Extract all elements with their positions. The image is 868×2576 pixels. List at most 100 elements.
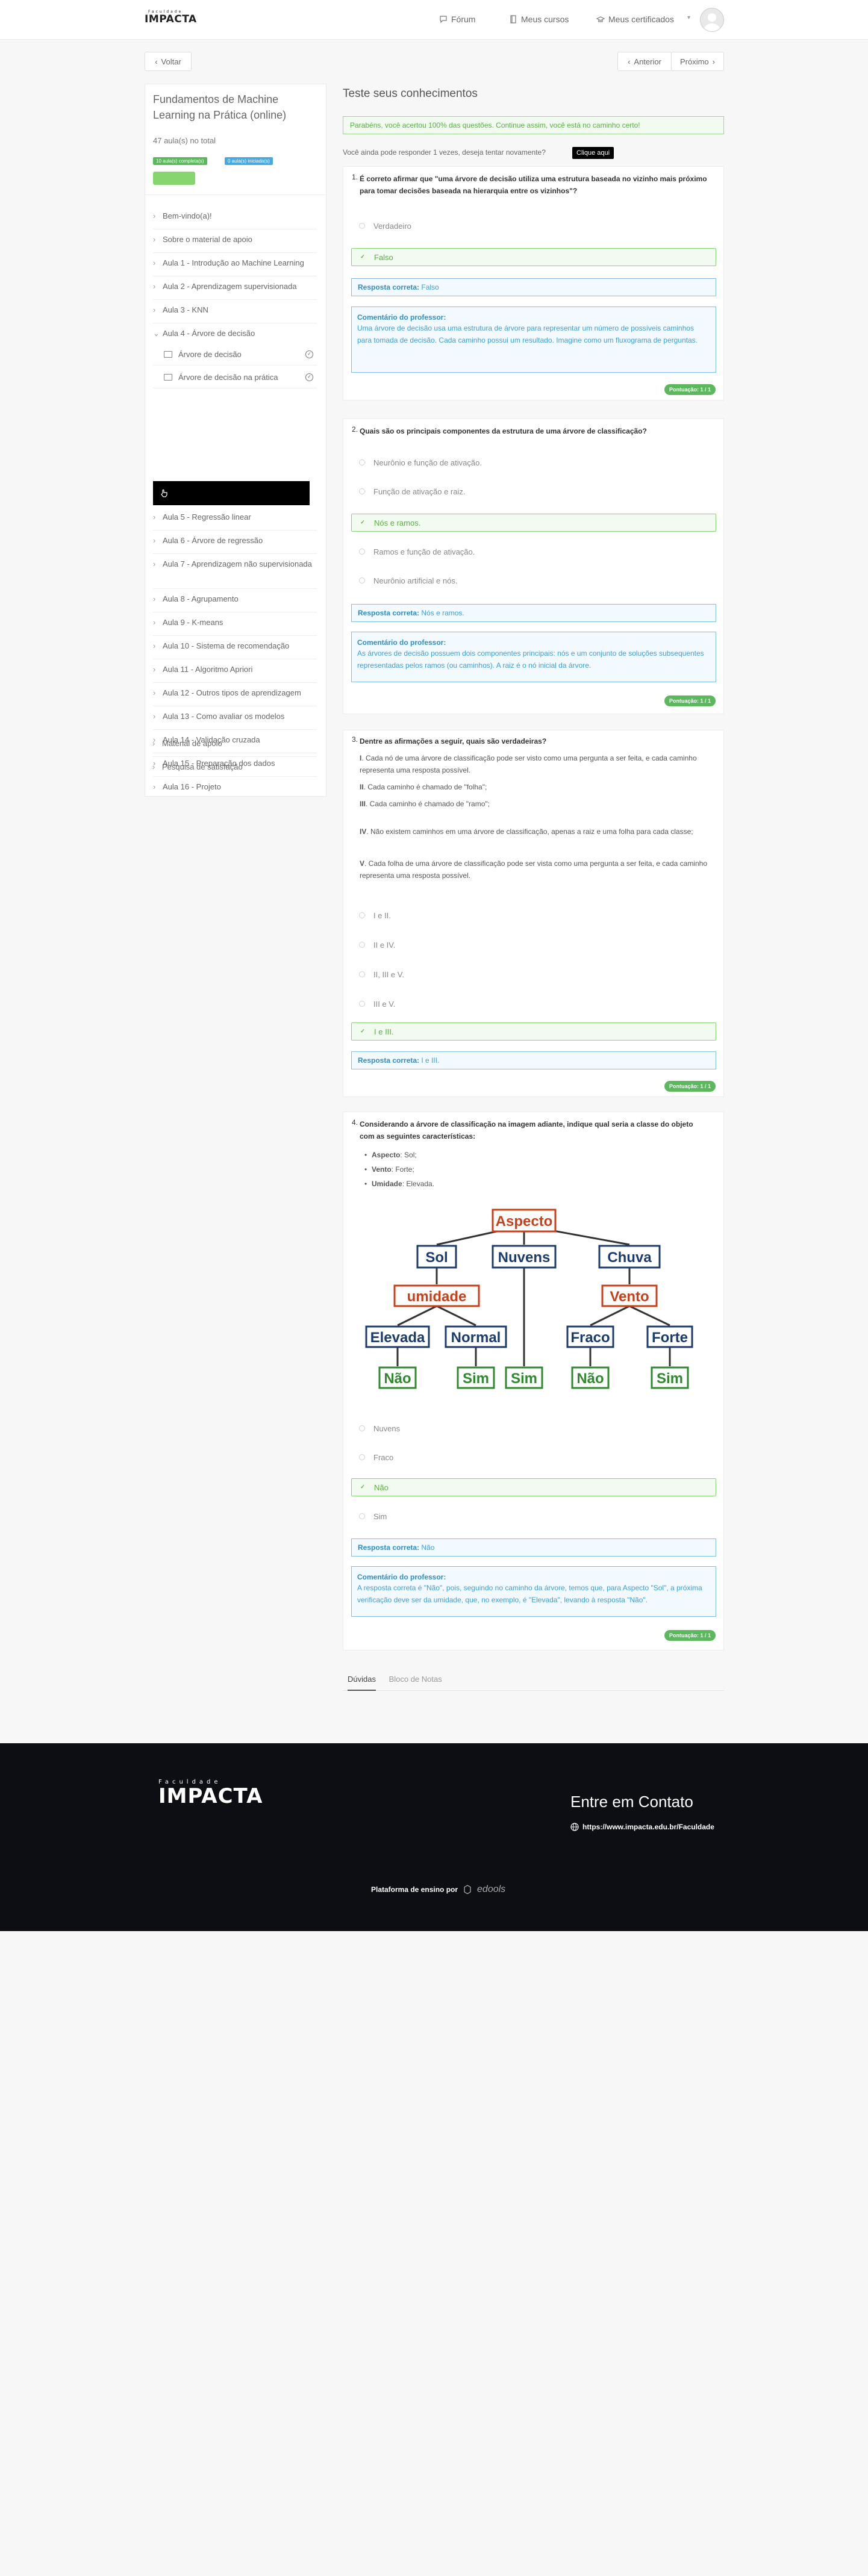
teacher-comment: Comentário do professor: A resposta corre… <box>351 1566 716 1617</box>
success-alert: Parabéns, você acertou 100% das questões… <box>343 116 724 134</box>
answer-option-selected[interactable]: ✓ Nós e ramos. <box>351 514 716 532</box>
nav-forum[interactable]: Fórum <box>439 14 475 24</box>
answer-option-selected[interactable]: ✓ Não <box>351 1478 716 1496</box>
sidebar-item-label: Aula 12 - Outros tipos de aprendizagem <box>163 688 301 697</box>
next-button[interactable]: Próximo › <box>671 52 724 71</box>
characteristic-value: : Sol; <box>400 1151 417 1159</box>
characteristic-key: Aspecto <box>372 1151 401 1159</box>
nav-courses-label: Meus cursos <box>521 14 569 24</box>
sidebar-item[interactable]: › Aula 16 - Projeto <box>153 782 317 794</box>
correct-answer-label: Resposta correta: <box>358 609 420 617</box>
sidebar-item[interactable]: › Aula 13 - Como avaliar os modelos <box>153 711 317 730</box>
option-label: II, III e V. <box>373 969 404 979</box>
characteristic-key: Umidade <box>372 1180 402 1188</box>
sidebar-item-active-lesson[interactable]: ⌄ Aula 4 - Árvore de decisão <box>153 328 317 345</box>
folder-icon <box>164 351 172 358</box>
nav-my-certificates[interactable]: Meus certificados <box>596 14 674 24</box>
radio-icon <box>359 488 365 494</box>
sidebar-item-label: Bem-vindo(a)! <box>163 211 212 220</box>
answer-option-selected[interactable]: ✓ I e III. <box>351 1022 716 1041</box>
answer-option[interactable]: Nuvens <box>351 1419 716 1437</box>
answer-option[interactable]: Ramos e função de ativação. <box>351 543 716 561</box>
answer-option[interactable]: Função de ativação e raiz. <box>351 482 716 500</box>
sidebar-item-label: Aula 7 - Aprendizagem não supervisionada <box>163 559 312 568</box>
chevron-right-icon: › <box>153 536 156 545</box>
sidebar-subitem[interactable]: Árvore de decisão ✓ <box>153 344 317 366</box>
tab-doubts[interactable]: Dúvidas <box>348 1675 376 1684</box>
correct-answer-box: Resposta correta: I e III. <box>351 1051 716 1069</box>
tree-label: Elevada <box>370 1330 425 1346</box>
score-badge: Pontuação: 1 / 1 <box>664 1081 716 1092</box>
sidebar-item[interactable]: › Aula 2 - Aprendizagem supervisionada <box>153 281 317 300</box>
chevron-right-icon: › <box>153 594 156 603</box>
sidebar-item[interactable]: › Aula 9 - K-means <box>153 617 317 636</box>
sidebar-subitem[interactable]: Árvore de decisão na prática ✓ <box>153 367 317 388</box>
logo-text: IMPACTA <box>145 13 197 25</box>
platform-brand[interactable]: edools <box>477 1884 505 1895</box>
answer-option[interactable]: Neurônio e função de ativação. <box>351 453 716 471</box>
statement-1: I. Cada nó de uma árvore de classificaçã… <box>360 752 709 776</box>
check-circle-icon: ✓ <box>305 373 313 381</box>
correct-answer-box: Resposta correta: Falso <box>351 278 716 296</box>
answer-option[interactable]: I e II. <box>351 906 716 924</box>
sidebar-item[interactable]: › Aula 8 - Agrupamento <box>153 594 317 612</box>
book-icon <box>510 15 516 23</box>
tab-notes[interactable]: Bloco de Notas <box>389 1675 442 1684</box>
website-link[interactable]: https://www.impacta.edu.br/Faculdade <box>570 1823 714 1831</box>
previous-button[interactable]: ‹ Anterior <box>617 52 672 71</box>
answer-option[interactable]: Sim <box>351 1507 716 1525</box>
sidebar-item-label: Aula 8 - Agrupamento <box>163 594 239 603</box>
question-card-4: 4. Considerando a árvore de classificaçã… <box>343 1112 724 1650</box>
chevron-right-icon: › <box>153 305 156 314</box>
answer-option[interactable]: II e IV. <box>351 936 716 954</box>
sidebar-item[interactable]: › Bem-vindo(a)! <box>153 211 317 229</box>
page-footer: Faculdade IMPACTA Entre em Contato https… <box>0 1743 868 1931</box>
sidebar-item[interactable]: › Aula 11 - Algoritmo Apriori <box>153 664 317 683</box>
answer-option[interactable]: II, III e V. <box>351 965 716 983</box>
sidebar-item[interactable]: › Aula 10 - Sistema de recomendação <box>153 641 317 659</box>
radio-icon <box>359 942 365 948</box>
answer-option[interactable]: Fraco <box>351 1448 716 1466</box>
retry-button[interactable]: Clique aqui <box>572 147 614 159</box>
graduation-cap-icon <box>596 16 605 22</box>
answer-option[interactable]: III e V. <box>351 995 716 1013</box>
answer-option[interactable]: Neurônio artificial e nós. <box>351 571 716 590</box>
top-header: Faculdade IMPACTA Fórum Meus cursos Meus… <box>0 0 868 40</box>
avatar[interactable] <box>700 8 724 32</box>
sidebar-item[interactable]: › Aula 3 - KNN <box>153 305 317 323</box>
sidebar-item[interactable]: › Material de apoio <box>152 738 316 757</box>
nav-forum-label: Fórum <box>451 14 476 24</box>
sidebar-item-label: Aula 16 - Projeto <box>163 782 221 791</box>
footer-logo[interactable]: Faculdade IMPACTA <box>158 1779 263 1807</box>
sidebar-item[interactable]: › Aula 12 - Outros tipos de aprendizagem <box>153 688 317 706</box>
question-text: Dentre as afirmações a seguir, quais são… <box>360 737 547 745</box>
answer-option[interactable]: Verdadeiro <box>351 217 716 235</box>
tabs-divider <box>343 1690 724 1691</box>
sidebar-item[interactable]: › Aula 7 - Aprendizagem não supervisionad… <box>153 559 317 589</box>
comment-label: Comentário do professor: <box>357 313 446 322</box>
chevron-right-icon: › <box>153 235 156 244</box>
sidebar-item[interactable]: › Aula 5 - Regressão linear <box>153 512 317 530</box>
question-number: 1. <box>352 173 358 181</box>
current-quiz-item[interactable] <box>153 481 310 505</box>
back-button[interactable]: ‹ Voltar <box>145 52 192 71</box>
check-circle-icon: ✓ <box>305 350 313 358</box>
nav-my-courses[interactable]: Meus cursos <box>509 14 569 24</box>
sidebar-item[interactable]: › Aula 6 - Árvore de regressão <box>153 535 317 554</box>
option-label: III e V. <box>373 999 396 1009</box>
sidebar-item[interactable]: › Pesquisa de satisfação <box>152 762 316 780</box>
chevron-right-icon: › <box>152 739 155 748</box>
answer-option-selected[interactable]: ✓ Falso <box>351 248 716 266</box>
tree-label: Nuvens <box>498 1249 551 1266</box>
user-menu-chevron-icon[interactable]: ▾ <box>687 14 690 21</box>
contact-heading: Entre em Contato <box>570 1793 693 1811</box>
sidebar-item[interactable]: › Sobre o material de apoio <box>153 234 317 253</box>
sidebar-item-label: Sobre o material de apoio <box>163 235 252 244</box>
radio-icon <box>359 577 365 583</box>
tree-label: umidade <box>407 1289 467 1305</box>
sidebar-item[interactable]: › Aula 1 - Introdução ao Machine Learning <box>153 258 317 276</box>
correct-answer-value: Falso <box>421 283 439 291</box>
statement-5: V. Cada folha de uma árvore de classific… <box>360 857 709 882</box>
statement-text: . Cada folha de uma árvore de classifica… <box>360 859 707 880</box>
impacta-logo[interactable]: Faculdade IMPACTA <box>145 10 197 25</box>
